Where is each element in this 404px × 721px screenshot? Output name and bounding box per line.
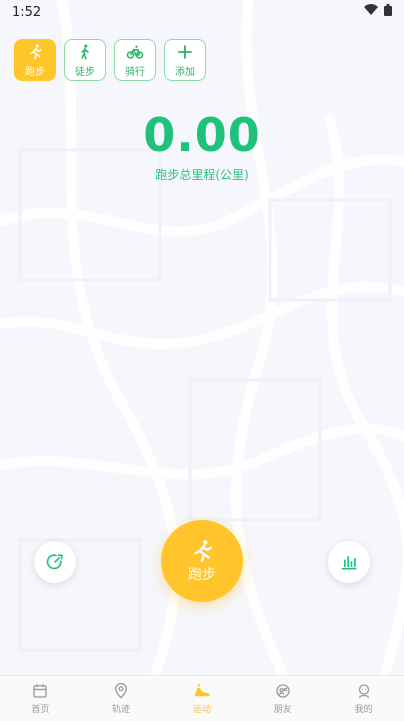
statistics-button[interactable]: [328, 541, 370, 583]
target-timer-icon: [46, 554, 63, 570]
mode-label: 添加: [175, 66, 195, 78]
tab-label: 轨迹: [112, 705, 131, 715]
tab-home[interactable]: 首页: [10, 682, 70, 715]
mode-label: 徒步: [75, 66, 95, 78]
bottom-tab-bar: 首页 轨迹 运动 朋友 我的: [0, 675, 404, 721]
running-icon: [29, 44, 42, 59]
mode-walking-button[interactable]: 徒步: [64, 39, 106, 81]
mode-cycling-button[interactable]: 骑行: [114, 39, 156, 81]
bicycle-icon: [126, 45, 144, 59]
mode-label: 跑步: [25, 66, 45, 78]
tab-label: 我的: [354, 705, 373, 715]
calendar-icon: [33, 684, 48, 698]
tab-label: 首页: [31, 705, 50, 715]
start-running-button[interactable]: 跑步: [161, 520, 243, 602]
goal-settings-button[interactable]: [34, 541, 76, 583]
wifi-icon: [364, 4, 378, 20]
tab-track[interactable]: 轨迹: [91, 682, 151, 715]
add-mode-button[interactable]: 添加: [164, 39, 206, 81]
running-icon: [194, 540, 212, 562]
mode-running-button[interactable]: 跑步: [14, 39, 56, 81]
profile-icon: [358, 684, 369, 699]
total-distance-value: 0.00: [143, 108, 261, 162]
bar-chart-icon: [341, 556, 357, 570]
plus-icon: [178, 44, 192, 59]
map-pin-icon: [115, 682, 128, 699]
mode-label: 骑行: [125, 66, 145, 78]
sport-shoe-icon: [195, 684, 210, 697]
total-distance-label: 跑步总里程(公里): [155, 168, 249, 182]
walking-icon: [81, 44, 89, 59]
battery-icon: [384, 4, 392, 20]
tab-friends[interactable]: 朋友: [253, 682, 313, 715]
start-running-label: 跑步: [188, 567, 216, 583]
sport-mode-selector: 跑步 徒步 骑行 添加: [14, 39, 206, 81]
tab-label: 运动: [192, 705, 211, 715]
status-time: 1:52: [12, 4, 42, 20]
status-bar: 1:52: [0, 0, 404, 24]
friends-icon: [276, 684, 290, 698]
tab-mine[interactable]: 我的: [334, 682, 394, 715]
tab-label: 朋友: [273, 705, 292, 715]
tab-sport[interactable]: 运动: [172, 682, 232, 715]
